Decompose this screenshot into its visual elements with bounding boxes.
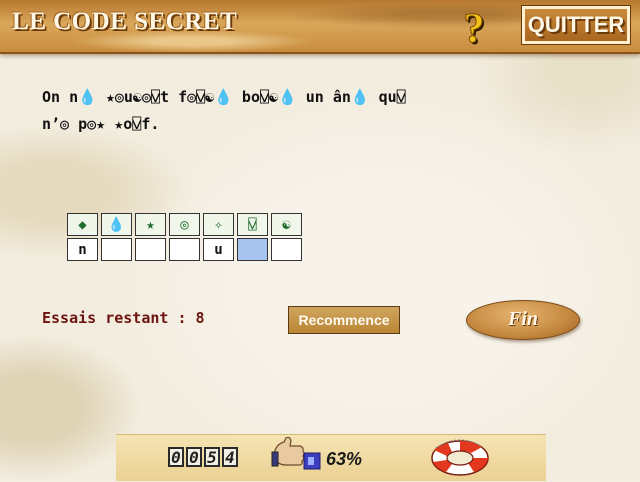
symbol-cell: ☯ <box>271 213 302 236</box>
thumbs-up-icon <box>270 436 326 472</box>
symbol-cell: ◎ <box>169 213 200 236</box>
end-button[interactable]: Fin <box>466 300 580 340</box>
answer-cell[interactable]: u <box>203 238 234 261</box>
symbol-cell: ★ <box>135 213 166 236</box>
score-counter: 0 0 5 4 <box>168 447 240 467</box>
answer-cell[interactable] <box>169 238 200 261</box>
quit-button[interactable]: QUITTER <box>522 6 630 44</box>
symbol-cell: ◆ <box>67 213 98 236</box>
symbol-cell: 💧 <box>101 213 132 236</box>
game-title: LE CODE SECRET <box>12 8 238 35</box>
answer-row: n u <box>67 236 305 261</box>
symbol-row: ◆ 💧 ★ ◎ ✧ ⍌ ☯ <box>67 213 305 236</box>
encoded-phrase-line-1: On n💧 ★◎u☯◎⍌t f◎⍌☯💧 bo⍌☯💧 un ân💧 qu⍌ <box>42 88 406 106</box>
restart-button[interactable]: Recommence <box>288 306 400 334</box>
tries-remaining: Essais restant : 8 <box>42 309 205 327</box>
score-digit: 0 <box>168 447 184 467</box>
progress-percent: 63% <box>326 449 363 469</box>
svg-text:?: ? <box>464 6 485 48</box>
answer-cell[interactable] <box>135 238 166 261</box>
lifebuoy-button[interactable] <box>430 434 490 478</box>
answer-cell[interactable] <box>101 238 132 261</box>
score-digit: 5 <box>204 447 220 467</box>
answer-cell[interactable]: n <box>67 238 98 261</box>
encoded-phrase: On n💧 ★◎u☯◎⍌t f◎⍌☯💧 bo⍌☯💧 un ân💧 qu⍌ n’◎… <box>42 84 602 138</box>
lifebuoy-icon <box>431 439 489 476</box>
answer-cell[interactable] <box>271 238 302 261</box>
question-mark-icon: ? ? <box>463 6 487 55</box>
answer-cell-selected[interactable] <box>237 238 268 261</box>
symbol-cell: ✧ <box>203 213 234 236</box>
score-digit: 0 <box>186 447 202 467</box>
symbol-cell: ⍌ <box>237 213 268 236</box>
cipher-table: ◆ 💧 ★ ◎ ✧ ⍌ ☯ n u <box>67 213 305 261</box>
help-button[interactable]: ? ? <box>452 6 496 55</box>
encoded-phrase-line-2: n’◎ p◎★ ★o⍌f. <box>42 115 160 133</box>
title-banner: LE CODE SECRET ? ? QUITTER <box>0 0 640 54</box>
score-digit: 4 <box>222 447 238 467</box>
